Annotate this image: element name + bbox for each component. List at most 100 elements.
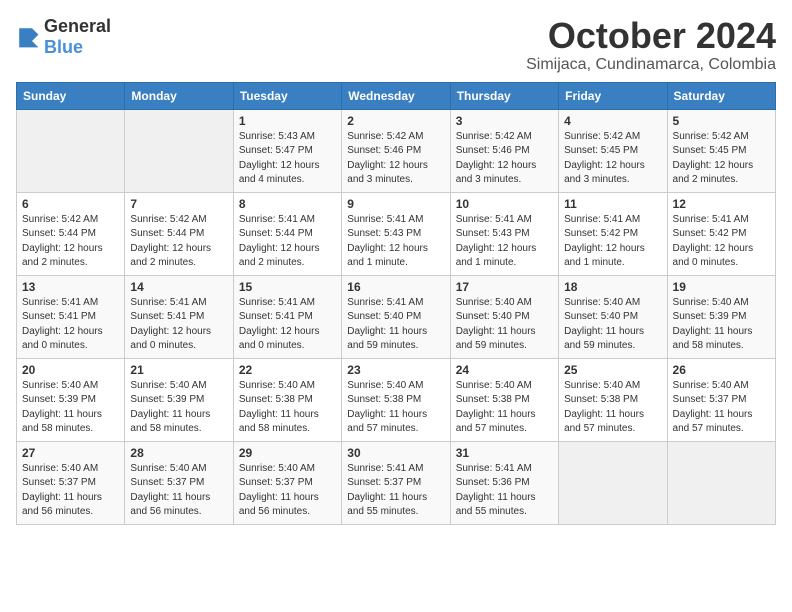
calendar-cell: 28Sunrise: 5:40 AM Sunset: 5:37 PM Dayli… bbox=[125, 441, 233, 524]
day-number: 11 bbox=[564, 197, 661, 211]
calendar-cell: 25 Sunrise: 5:40 AM Sunset: 5:38 PM Dayli… bbox=[559, 358, 667, 441]
calendar-week-row: 1Sunrise: 5:43 AM Sunset: 5:47 PM Daylig… bbox=[17, 109, 776, 192]
day-detail: Sunrise: 5:40 AM Sunset: 5:40 PM Dayligh… bbox=[564, 296, 661, 354]
logo-icon bbox=[16, 25, 40, 49]
calendar-cell: 6Sunrise: 5:42 AM Sunset: 5:44 PM Daylig… bbox=[17, 192, 125, 275]
month-title: October 2024 bbox=[526, 16, 776, 56]
day-number: 3 bbox=[456, 114, 553, 128]
day-detail: Sunrise: 5:40 AM Sunset: 5:40 PM Dayligh… bbox=[456, 296, 553, 354]
day-number: 21 bbox=[130, 363, 227, 377]
logo: General Blue bbox=[16, 16, 111, 58]
day-detail: Sunrise: 5:40 AM Sunset: 5:38 PM Dayligh… bbox=[239, 379, 336, 437]
day-header-monday: Monday bbox=[125, 82, 233, 109]
day-header-sunday: Sunday bbox=[17, 82, 125, 109]
calendar-cell: 24 Sunrise: 5:40 AM Sunset: 5:38 PM Dayli… bbox=[450, 358, 558, 441]
day-number: 7 bbox=[130, 197, 227, 211]
day-number: 8 bbox=[239, 197, 336, 211]
calendar-cell: 11 Sunrise: 5:41 AM Sunset: 5:42 PM Dayli… bbox=[559, 192, 667, 275]
day-detail: Sunrise: 5:41 AM Sunset: 5:44 PM Dayligh… bbox=[239, 213, 336, 271]
calendar-cell: 18 Sunrise: 5:40 AM Sunset: 5:40 PM Dayli… bbox=[559, 275, 667, 358]
day-number: 24 bbox=[456, 363, 553, 377]
calendar-cell: 23 Sunrise: 5:40 AM Sunset: 5:38 PM Dayli… bbox=[342, 358, 450, 441]
day-detail: Sunrise: 5:41 AM Sunset: 5:41 PM Dayligh… bbox=[130, 296, 227, 354]
day-header-saturday: Saturday bbox=[667, 82, 775, 109]
calendar-week-row: 20Sunrise: 5:40 AM Sunset: 5:39 PM Dayli… bbox=[17, 358, 776, 441]
day-number: 10 bbox=[456, 197, 553, 211]
day-header-friday: Friday bbox=[559, 82, 667, 109]
calendar-cell: 17 Sunrise: 5:40 AM Sunset: 5:40 PM Dayli… bbox=[450, 275, 558, 358]
calendar-table: SundayMondayTuesdayWednesdayThursdayFrid… bbox=[16, 82, 776, 525]
day-number: 14 bbox=[130, 280, 227, 294]
day-detail: Sunrise: 5:40 AM Sunset: 5:39 PM Dayligh… bbox=[130, 379, 227, 437]
calendar-cell: 19 Sunrise: 5:40 AM Sunset: 5:39 PM Dayli… bbox=[667, 275, 775, 358]
day-number: 30 bbox=[347, 446, 444, 460]
title-section: October 2024 Simijaca, Cundinamarca, Col… bbox=[526, 16, 776, 74]
calendar-cell: 21 Sunrise: 5:40 AM Sunset: 5:39 PM Dayli… bbox=[125, 358, 233, 441]
day-detail: Sunrise: 5:41 AM Sunset: 5:36 PM Dayligh… bbox=[456, 462, 553, 520]
day-detail: Sunrise: 5:41 AM Sunset: 5:43 PM Dayligh… bbox=[456, 213, 553, 271]
day-detail: Sunrise: 5:40 AM Sunset: 5:37 PM Dayligh… bbox=[239, 462, 336, 520]
calendar-cell: 27 Sunrise: 5:40 AM Sunset: 5:37 PM Dayli… bbox=[17, 441, 125, 524]
day-number: 12 bbox=[673, 197, 770, 211]
day-number: 6 bbox=[22, 197, 119, 211]
calendar-cell: 29 Sunrise: 5:40 AM Sunset: 5:37 PM Dayli… bbox=[233, 441, 341, 524]
day-detail: Sunrise: 5:40 AM Sunset: 5:37 PM Dayligh… bbox=[22, 462, 119, 520]
calendar-cell: 8 Sunrise: 5:41 AM Sunset: 5:44 PM Daylig… bbox=[233, 192, 341, 275]
calendar-cell: 5Sunrise: 5:42 AM Sunset: 5:45 PM Daylig… bbox=[667, 109, 775, 192]
calendar-cell: 13 Sunrise: 5:41 AM Sunset: 5:41 PM Dayli… bbox=[17, 275, 125, 358]
calendar-cell: 30Sunrise: 5:41 AM Sunset: 5:37 PM Dayli… bbox=[342, 441, 450, 524]
day-number: 23 bbox=[347, 363, 444, 377]
day-detail: Sunrise: 5:40 AM Sunset: 5:37 PM Dayligh… bbox=[673, 379, 770, 437]
calendar-cell: 20Sunrise: 5:40 AM Sunset: 5:39 PM Dayli… bbox=[17, 358, 125, 441]
day-header-wednesday: Wednesday bbox=[342, 82, 450, 109]
day-header-tuesday: Tuesday bbox=[233, 82, 341, 109]
calendar-cell: 26Sunrise: 5:40 AM Sunset: 5:37 PM Dayli… bbox=[667, 358, 775, 441]
day-detail: Sunrise: 5:40 AM Sunset: 5:39 PM Dayligh… bbox=[22, 379, 119, 437]
calendar-cell: 10 Sunrise: 5:41 AM Sunset: 5:43 PM Dayli… bbox=[450, 192, 558, 275]
day-detail: Sunrise: 5:43 AM Sunset: 5:47 PM Dayligh… bbox=[239, 130, 336, 188]
day-detail: Sunrise: 5:41 AM Sunset: 5:42 PM Dayligh… bbox=[564, 213, 661, 271]
day-number: 9 bbox=[347, 197, 444, 211]
calendar-cell bbox=[125, 109, 233, 192]
day-number: 19 bbox=[673, 280, 770, 294]
day-number: 25 bbox=[564, 363, 661, 377]
calendar-cell: 16 Sunrise: 5:41 AM Sunset: 5:40 PM Dayli… bbox=[342, 275, 450, 358]
day-detail: Sunrise: 5:40 AM Sunset: 5:38 PM Dayligh… bbox=[564, 379, 661, 437]
calendar-week-row: 6 Sunrise: 5:42 AM Sunset: 5:44 PM Daylig… bbox=[17, 192, 776, 275]
calendar-cell: 2 Sunrise: 5:42 AM Sunset: 5:46 PM Daylig… bbox=[342, 109, 450, 192]
day-detail: Sunrise: 5:40 AM Sunset: 5:37 PM Dayligh… bbox=[130, 462, 227, 520]
day-detail: Sunrise: 5:40 AM Sunset: 5:38 PM Dayligh… bbox=[347, 379, 444, 437]
day-detail: Sunrise: 5:42 AM Sunset: 5:44 PM Dayligh… bbox=[130, 213, 227, 271]
day-number: 22 bbox=[239, 363, 336, 377]
day-detail: Sunrise: 5:41 AM Sunset: 5:42 PM Dayligh… bbox=[673, 213, 770, 271]
day-detail: Sunrise: 5:42 AM Sunset: 5:46 PM Dayligh… bbox=[456, 130, 553, 188]
day-number: 13 bbox=[22, 280, 119, 294]
day-number: 17 bbox=[456, 280, 553, 294]
calendar-cell: 3 Sunrise: 5:42 AM Sunset: 5:46 PM Daylig… bbox=[450, 109, 558, 192]
calendar-cell: 31 Sunrise: 5:41 AM Sunset: 5:36 PM Dayli… bbox=[450, 441, 558, 524]
day-detail: Sunrise: 5:41 AM Sunset: 5:40 PM Dayligh… bbox=[347, 296, 444, 354]
logo-blue: Blue bbox=[44, 37, 83, 57]
day-detail: Sunrise: 5:42 AM Sunset: 5:46 PM Dayligh… bbox=[347, 130, 444, 188]
day-number: 27 bbox=[22, 446, 119, 460]
calendar-cell: 9Sunrise: 5:41 AM Sunset: 5:43 PM Daylig… bbox=[342, 192, 450, 275]
calendar-cell: 15Sunrise: 5:41 AM Sunset: 5:41 PM Dayli… bbox=[233, 275, 341, 358]
day-number: 18 bbox=[564, 280, 661, 294]
calendar-cell: 7 Sunrise: 5:42 AM Sunset: 5:44 PM Daylig… bbox=[125, 192, 233, 275]
calendar-cell bbox=[559, 441, 667, 524]
day-detail: Sunrise: 5:42 AM Sunset: 5:45 PM Dayligh… bbox=[564, 130, 661, 188]
day-detail: Sunrise: 5:40 AM Sunset: 5:38 PM Dayligh… bbox=[456, 379, 553, 437]
day-number: 29 bbox=[239, 446, 336, 460]
day-detail: Sunrise: 5:41 AM Sunset: 5:41 PM Dayligh… bbox=[22, 296, 119, 354]
calendar-cell: 12 Sunrise: 5:41 AM Sunset: 5:42 PM Dayli… bbox=[667, 192, 775, 275]
calendar-cell: 22 Sunrise: 5:40 AM Sunset: 5:38 PM Dayli… bbox=[233, 358, 341, 441]
day-detail: Sunrise: 5:40 AM Sunset: 5:39 PM Dayligh… bbox=[673, 296, 770, 354]
page-header: General Blue October 2024 Simijaca, Cund… bbox=[16, 16, 776, 74]
day-header-thursday: Thursday bbox=[450, 82, 558, 109]
day-detail: Sunrise: 5:42 AM Sunset: 5:45 PM Dayligh… bbox=[673, 130, 770, 188]
location-title: Simijaca, Cundinamarca, Colombia bbox=[526, 56, 776, 74]
day-number: 16 bbox=[347, 280, 444, 294]
day-number: 2 bbox=[347, 114, 444, 128]
day-number: 31 bbox=[456, 446, 553, 460]
calendar-week-row: 27 Sunrise: 5:40 AM Sunset: 5:37 PM Dayli… bbox=[17, 441, 776, 524]
